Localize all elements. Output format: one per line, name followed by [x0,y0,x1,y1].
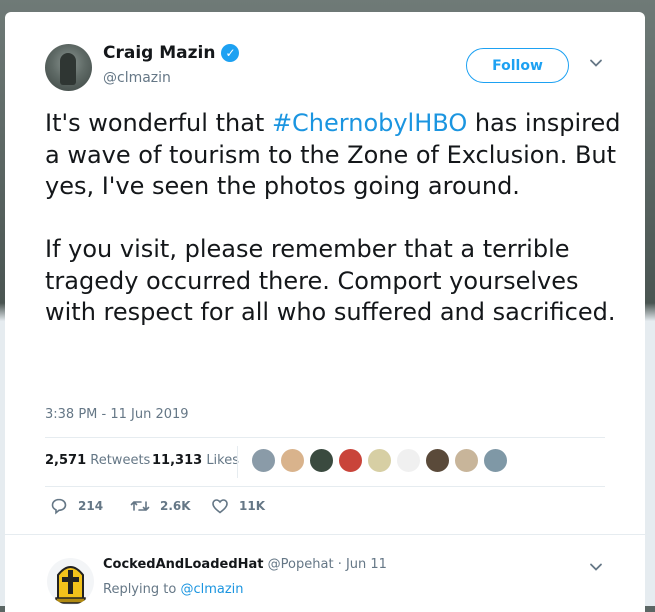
reply-count: 214 [78,499,104,513]
likes-stat[interactable]: 11,313 Likes [152,453,239,468]
stats-divider [237,446,238,478]
tweet-text-segment: It's wonderful that [45,109,272,137]
reply-divider [5,534,645,535]
liker-avatar[interactable] [367,448,392,473]
reply-author-avatar[interactable] [47,558,94,605]
retweet-action[interactable]: 2.6K [130,497,191,515]
tweet-text: It's wonderful that #ChernobylHBO has in… [45,108,625,329]
retweets-count: 2,571 [45,453,87,468]
liker-avatar[interactable] [425,448,450,473]
reply-icon [51,498,67,515]
like-action[interactable]: 11K [211,497,265,515]
likes-count: 11,313 [152,453,203,468]
mitre-hat-icon [55,566,86,604]
tweet-card: Craig Mazin ✓ @clmazin Follow It's wonde… [5,12,645,612]
liker-avatar[interactable] [483,448,508,473]
tweet-timestamp[interactable]: 3:38 PM - 11 Jun 2019 [45,407,189,422]
engagement-stats: 2,571 Retweets 11,313 Likes [45,437,605,487]
liker-avatar[interactable] [396,448,421,473]
verified-check-icon: ✓ [221,44,240,62]
reply-chevron-down-icon[interactable] [589,560,603,574]
hashtag-link[interactable]: #ChernobylHBO [272,109,467,137]
tweet-paragraph-2: If you visit, please remember that a ter… [45,235,616,326]
author-avatar[interactable] [45,44,92,91]
replying-to: Replying to @clmazin [103,582,244,597]
reply-date[interactable]: Jun 11 [346,557,387,572]
reply-author-handle[interactable]: @Popehat [268,557,334,572]
tweet-paragraph-1: It's wonderful that #ChernobylHBO has in… [45,108,625,203]
heart-icon [212,499,228,514]
author-handle[interactable]: @clmazin [103,70,171,86]
follow-button[interactable]: Follow [466,48,569,83]
retweet-count: 2.6K [160,499,191,513]
retweets-stat[interactable]: 2,571 Retweets [45,453,150,468]
reply-action[interactable]: 214 [50,497,103,515]
reply-header: CockedAndLoadedHat @Popehat · Jun 11 [103,557,387,572]
reply-separator: · [337,557,342,572]
liker-avatar[interactable] [280,448,305,473]
replying-to-handle[interactable]: @clmazin [180,582,243,597]
reply-author-name[interactable]: CockedAndLoadedHat [103,557,264,572]
liker-avatar[interactable] [454,448,479,473]
likes-label: Likes [206,453,240,468]
author-name-row: Craig Mazin ✓ [103,43,240,63]
author-name[interactable]: Craig Mazin [103,43,215,63]
chevron-down-icon[interactable] [589,56,603,70]
liker-avatar[interactable] [251,448,276,473]
like-count: 11K [239,499,265,513]
retweet-icon [130,501,150,511]
liker-avatar[interactable] [338,448,363,473]
retweets-label: Retweets [90,453,151,468]
replying-to-label: Replying to [103,582,177,597]
tweet-actions: 214 2.6K 11K [45,497,605,521]
liker-avatar[interactable] [309,448,334,473]
